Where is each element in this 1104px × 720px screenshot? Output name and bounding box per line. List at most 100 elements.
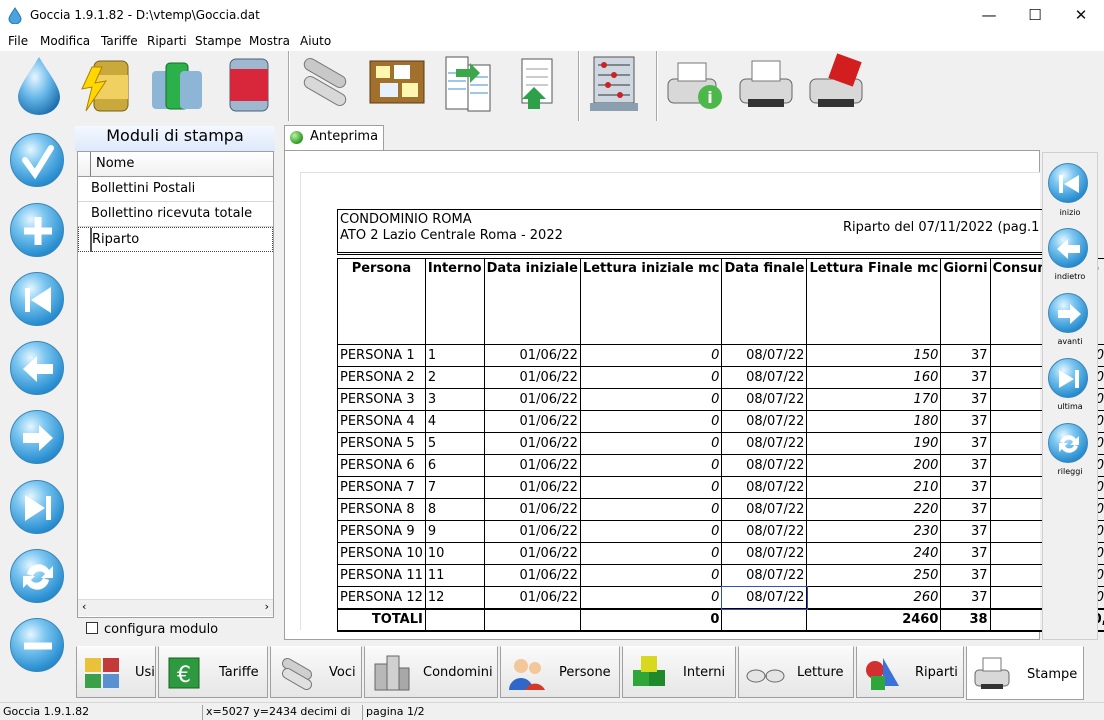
- column-header: Lettura Finale mc: [806, 258, 942, 345]
- previous-record-button[interactable]: [10, 341, 64, 395]
- scroll-right-icon[interactable]: ›: [265, 600, 269, 613]
- cubes-icon: [633, 656, 665, 686]
- table-cell: 180: [806, 410, 942, 433]
- first-record-button[interactable]: [10, 272, 64, 326]
- tab-anteprima[interactable]: Anteprima: [284, 125, 384, 150]
- report-subtitle: ATO 2 Lazio Centrale Roma - 2022: [340, 228, 563, 243]
- tab-interni[interactable]: Interni: [622, 646, 736, 698]
- table-cell: 11: [424, 564, 485, 587]
- table-cell: PERSONA 8: [337, 498, 426, 521]
- tab-letture[interactable]: Letture: [738, 646, 854, 698]
- table-cell: 37: [940, 520, 991, 543]
- tab-persone[interactable]: Persone: [500, 646, 620, 698]
- table-row: PERSONA 8801/06/22008/07/2222037220,00: [337, 498, 1104, 521]
- document-import-icon[interactable]: [508, 53, 570, 117]
- close-icon[interactable]: ✕: [1058, 0, 1104, 31]
- menu-modifica[interactable]: Modifica: [40, 34, 90, 48]
- usi-icon: [85, 658, 119, 688]
- tab-tariffe[interactable]: € Tariffe: [158, 646, 268, 698]
- list-item-bollettini-postali[interactable]: Bollettini Postali: [78, 177, 273, 202]
- printer-icon[interactable]: [736, 53, 798, 117]
- report-table: Persona Interno Data iniziale Lettura inizi…: [337, 258, 1104, 632]
- tab-riparti[interactable]: Riparti: [856, 646, 964, 698]
- table-cell: 08/07/22: [721, 366, 808, 389]
- db-energy-icon[interactable]: [76, 53, 138, 117]
- tab-label: Interni: [683, 665, 726, 680]
- nav-last-icon[interactable]: [1048, 358, 1088, 398]
- abacus-icon[interactable]: [584, 53, 646, 117]
- table-cell: PERSONA 5: [337, 432, 426, 455]
- checkbox-icon[interactable]: [86, 622, 98, 634]
- nav-reload-label: rileggi: [1057, 467, 1083, 476]
- table-cell: 01/06/22: [483, 520, 581, 543]
- nav-back-icon[interactable]: [1048, 228, 1088, 268]
- printer-info-icon[interactable]: i: [664, 53, 726, 117]
- report-header: CONDOMINIO ROMA ATO 2 Lazio Centrale Rom…: [337, 209, 1057, 255]
- maximize-icon[interactable]: ☐: [1012, 0, 1058, 31]
- printer-pdf-icon[interactable]: [806, 53, 868, 117]
- horizontal-scrollbar[interactable]: ‹ ›: [78, 599, 273, 616]
- menu-stampe[interactable]: Stampe: [195, 34, 241, 48]
- table-cell: 01/06/22: [483, 344, 581, 367]
- table-cell: 0: [579, 476, 723, 499]
- water-drop-icon[interactable]: [8, 53, 70, 117]
- table-cell: 150: [806, 344, 942, 367]
- table-cell: 8: [424, 498, 485, 521]
- column-header: Lettura iniziale mc: [579, 258, 723, 345]
- table-row: PERSONA 7701/06/22008/07/2221037210,00: [337, 476, 1104, 499]
- menu-tariffe[interactable]: Tariffe: [101, 34, 138, 48]
- bulletin-board-icon[interactable]: [366, 53, 428, 117]
- menu-mostra[interactable]: Mostra: [249, 34, 290, 48]
- minimize-icon[interactable]: —: [966, 0, 1012, 31]
- totals-cell: [721, 607, 808, 632]
- tab-usi[interactable]: Usi: [76, 646, 156, 698]
- table-header-row: Persona Interno Data iniziale Lettura inizi…: [337, 258, 1104, 345]
- table-cell: 260: [806, 586, 942, 609]
- table-cell: 08/07/22: [721, 454, 808, 477]
- tab-condomini[interactable]: Condomini: [364, 646, 498, 698]
- tab-voci[interactable]: Voci: [270, 646, 362, 698]
- scroll-left-icon[interactable]: ‹: [82, 600, 86, 613]
- pipes-icon[interactable]: [294, 53, 356, 117]
- nav-forward-icon[interactable]: [1048, 293, 1088, 333]
- confirm-button[interactable]: [10, 133, 64, 187]
- table-cell: 160: [806, 366, 942, 389]
- tab-stampe[interactable]: Stampe: [966, 646, 1084, 700]
- table-row: PERSONA 5501/06/22008/07/2219037190,00: [337, 432, 1104, 455]
- spreadsheet-icon[interactable]: [438, 53, 500, 117]
- menu-file[interactable]: File: [8, 34, 28, 48]
- list-item-riparto[interactable]: Riparto: [78, 227, 273, 252]
- menu-aiuto[interactable]: Aiuto: [300, 34, 331, 48]
- table-cell: 0: [579, 366, 723, 389]
- table-cell: 0: [579, 520, 723, 543]
- remove-button[interactable]: [10, 618, 64, 672]
- table-cell: 01/06/22: [483, 498, 581, 521]
- nav-reload-icon[interactable]: [1048, 423, 1088, 463]
- configure-module-checkbox[interactable]: configura modulo: [86, 622, 218, 637]
- list-header[interactable]: Nome: [78, 152, 273, 177]
- table-cell: 01/06/22: [483, 476, 581, 499]
- title-bar: Goccia 1.9.1.82 - D:\vtemp\Goccia.dat — …: [0, 0, 1104, 31]
- preview-nav-panel: inizio indietro avanti ultima rileggi: [1042, 152, 1098, 640]
- column-header: Giorni: [940, 258, 991, 345]
- table-cell: 37: [940, 564, 991, 587]
- db-red-icon[interactable]: [218, 53, 280, 117]
- refresh-button[interactable]: [10, 549, 64, 603]
- table-cell: 2: [424, 366, 485, 389]
- table-cell: 37: [940, 344, 991, 367]
- report-condominium: CONDOMINIO ROMA: [340, 212, 472, 227]
- add-button[interactable]: [10, 203, 64, 257]
- totals-cell: 2460: [806, 607, 942, 632]
- db-green-icon[interactable]: [146, 53, 208, 117]
- menu-riparti[interactable]: Riparti: [147, 34, 187, 48]
- table-cell: 0: [579, 344, 723, 367]
- column-header-nome: Nome: [96, 156, 135, 171]
- table-cell: 01/06/22: [483, 564, 581, 587]
- last-record-button[interactable]: [10, 480, 64, 534]
- list-item-bollettino-ricevuta[interactable]: Bollettino ricevuta totale: [78, 202, 273, 227]
- table-cell: 08/07/22: [721, 476, 808, 499]
- table-cell: 200: [806, 454, 942, 477]
- next-record-button[interactable]: [10, 410, 64, 464]
- table-cell: PERSONA 7: [337, 476, 426, 499]
- nav-first-icon[interactable]: [1048, 163, 1088, 203]
